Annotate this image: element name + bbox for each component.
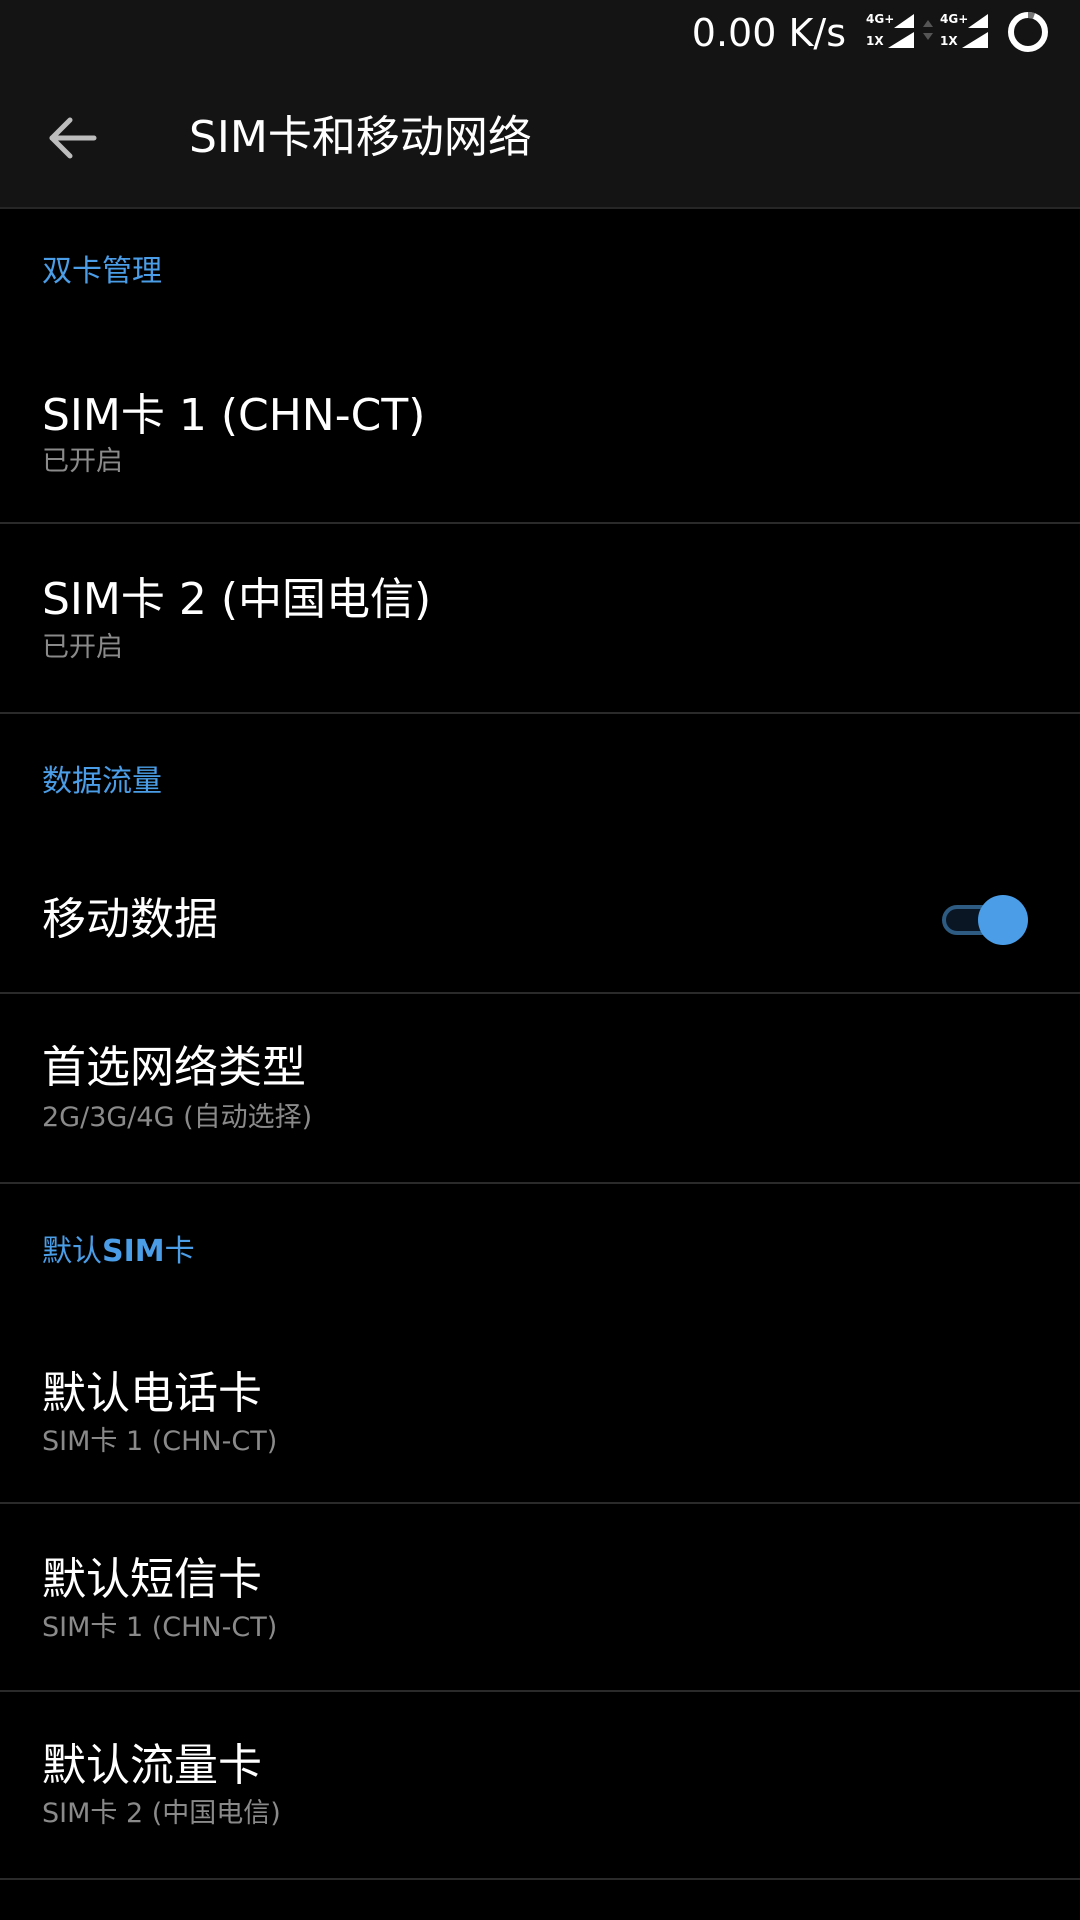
network-type-value: 2G/3G/4G (自动选择) [42, 1102, 313, 1133]
network-speed: 0.00 K/s [691, 11, 846, 55]
default-call-value: SIM卡 1 (CHN-CT) [42, 1426, 278, 1457]
default-sms-row[interactable]: 默认短信卡 SIM卡 1 (CHN-CT) [0, 1504, 1080, 1692]
default-data-title: 默认流量卡 [42, 1740, 262, 1791]
arrow-back-icon[interactable] [36, 102, 108, 174]
mobile-data-title: 移动数据 [42, 894, 218, 945]
sim2-status: 已开启 [42, 632, 123, 663]
network-type-title: 首选网络类型 [42, 1042, 306, 1093]
sim1-row[interactable]: SIM卡 1 (CHN-CT) 已开启 [0, 338, 1080, 524]
sim1-signal-icon: 4G+ 1X [866, 12, 914, 52]
status-bar: 0.00 K/s 4G+ 1X 4G+ 1X [0, 0, 1080, 66]
default-data-row[interactable]: 默认流量卡 SIM卡 2 (中国电信) [0, 1692, 1080, 1880]
default-call-row[interactable]: 默认电话卡 SIM卡 1 (CHN-CT) [0, 1316, 1080, 1504]
sim2-network-sub: 1X [940, 34, 958, 48]
sim1-title: SIM卡 1 (CHN-CT) [42, 390, 426, 441]
sim1-network-sub: 1X [866, 34, 884, 48]
default-sms-value: SIM卡 1 (CHN-CT) [42, 1612, 278, 1643]
page-title: SIM卡和移动网络 [189, 112, 532, 163]
toggle-thumb [978, 895, 1028, 945]
mobile-data-toggle[interactable] [942, 892, 1028, 948]
section-header-default-sim: 默认SIM卡 [42, 1232, 195, 1272]
sim2-row[interactable]: SIM卡 2 (中国电信) 已开启 [0, 524, 1080, 714]
default-sms-title: 默认短信卡 [42, 1554, 262, 1605]
sim2-title: SIM卡 2 (中国电信) [42, 574, 432, 625]
battery-ring-icon [1008, 12, 1048, 52]
network-type-row[interactable]: 首选网络类型 2G/3G/4G (自动选择) [0, 994, 1080, 1184]
mobile-data-row[interactable]: 移动数据 [0, 848, 1080, 994]
section-header-suffix: 卡 [164, 1234, 195, 1269]
section-header-dual-sim: 双卡管理 [42, 254, 162, 289]
section-header-bold: SIM [102, 1234, 165, 1269]
sim1-status: 已开启 [42, 446, 123, 477]
default-call-title: 默认电话卡 [42, 1368, 262, 1419]
section-header-data: 数据流量 [42, 764, 162, 799]
data-activity-icon [923, 20, 933, 40]
sim2-signal-icon: 4G+ 1X [940, 12, 988, 52]
section-header-prefix: 默认 [42, 1234, 102, 1269]
default-data-value: SIM卡 2 (中国电信) [42, 1798, 281, 1829]
toolbar: SIM卡和移动网络 [0, 66, 1080, 209]
